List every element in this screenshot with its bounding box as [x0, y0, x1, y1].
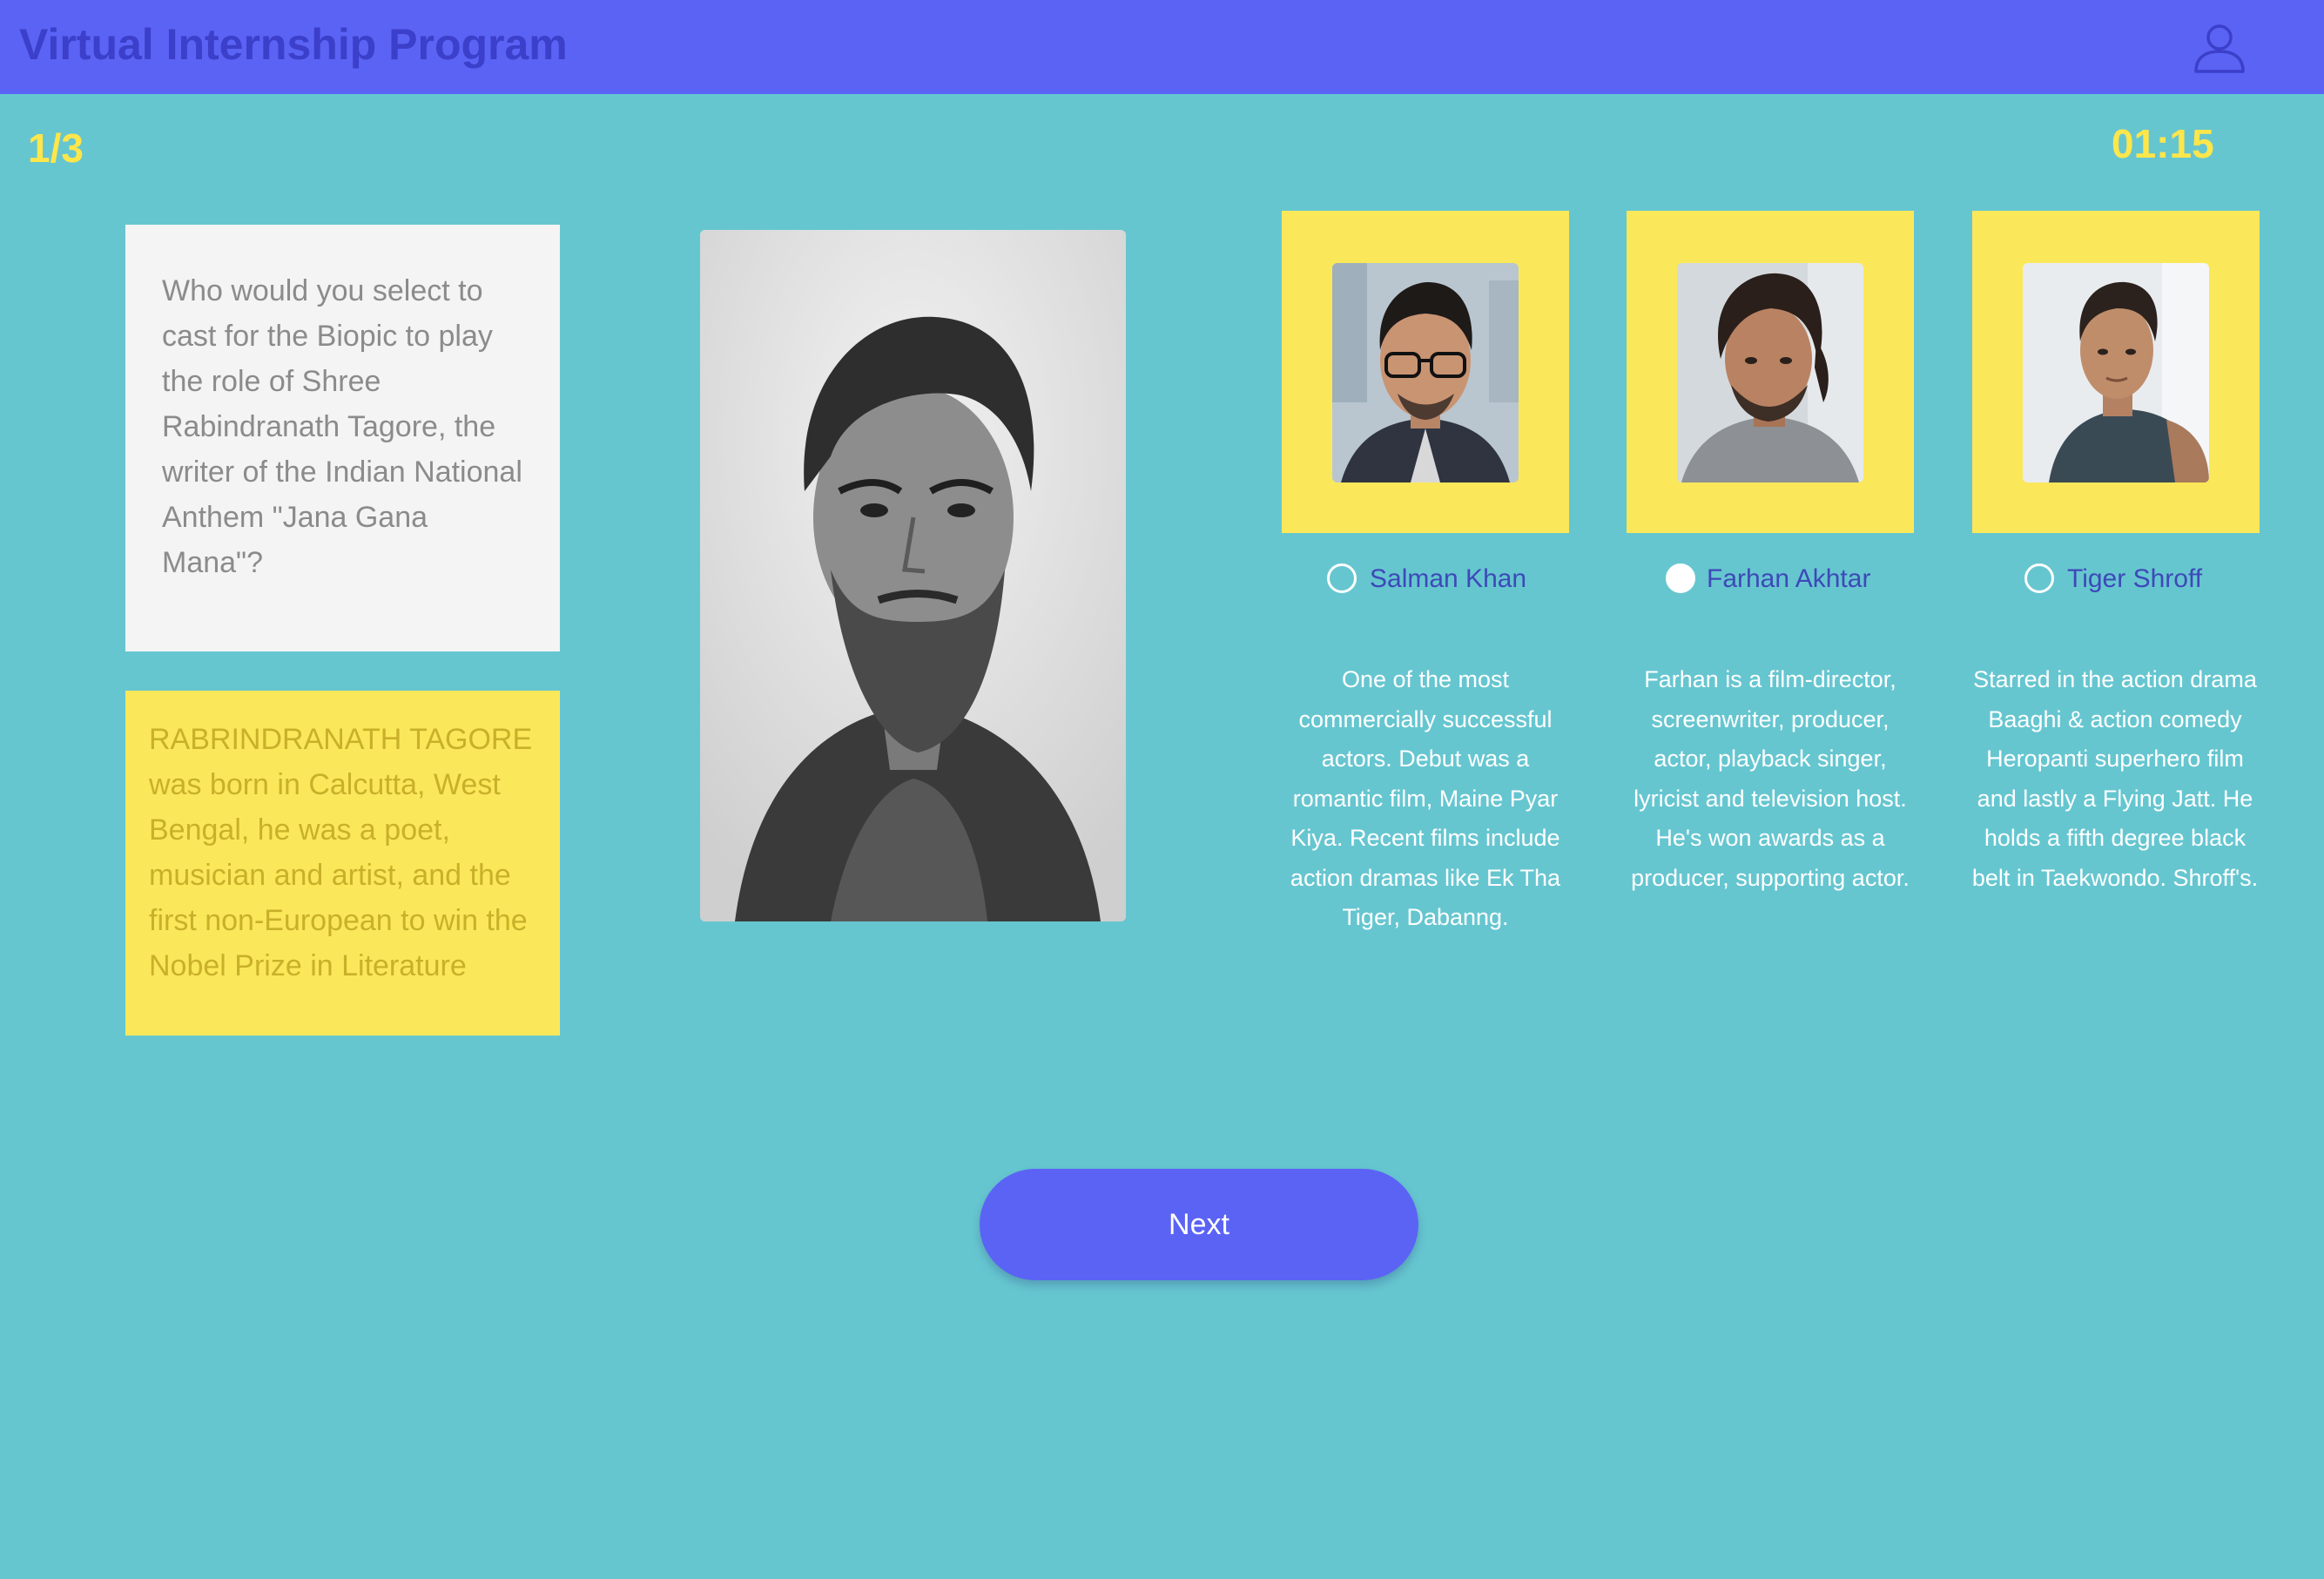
user-icon[interactable]	[2193, 23, 2247, 73]
option-name[interactable]: Salman Khan	[1370, 563, 1526, 595]
option-description: Farhan is a film-director, screenwriter,…	[1631, 666, 1910, 891]
app-title: Virtual Internship Program	[19, 20, 568, 69]
option-photo	[1332, 263, 1519, 482]
question-card: Who would you select to cast for the Bio…	[125, 225, 560, 651]
next-button[interactable]: Next	[980, 1169, 1418, 1280]
option-photo	[2023, 263, 2209, 482]
option-card-farhan-akhtar[interactable]	[1627, 211, 1914, 533]
top-bar: Virtual Internship Program	[0, 0, 2324, 94]
option-description: Starred in the action drama Baaghi & act…	[1971, 666, 2259, 891]
info-card: RABRINDRANATH TAGORE was born in Calcutt…	[125, 691, 560, 1036]
option-name[interactable]: Farhan Akhtar	[1707, 563, 1870, 595]
option-description: One of the most commercially successful …	[1290, 666, 1561, 930]
subject-portrait	[700, 230, 1126, 921]
option-name[interactable]: Tiger Shroff	[2067, 563, 2202, 595]
option-card-tiger-shroff[interactable]	[1972, 211, 2260, 533]
question-progress: 1/3	[28, 125, 84, 171]
countdown-timer: 01:15	[2112, 121, 2214, 166]
question-text: Who would you select to cast for the Bio…	[162, 274, 522, 579]
option-photo	[1677, 263, 1863, 482]
option-radio-salman-khan[interactable]	[1327, 563, 1357, 593]
option-radio-tiger-shroff[interactable]	[2024, 563, 2054, 593]
option-card-salman-khan[interactable]	[1282, 211, 1569, 533]
info-text: RABRINDRANATH TAGORE was born in Calcutt…	[149, 723, 533, 982]
option-radio-farhan-akhtar[interactable]	[1666, 563, 1695, 593]
